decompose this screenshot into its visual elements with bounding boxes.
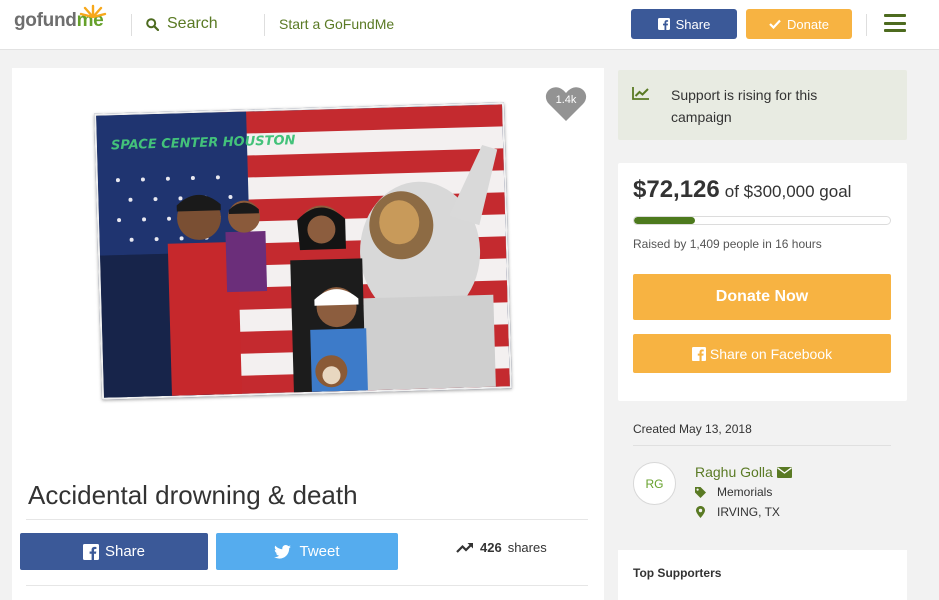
- shares-number: 426: [480, 540, 502, 555]
- organizer-name: Raghu Golla: [695, 464, 773, 480]
- progress-bar-fill: [634, 217, 696, 224]
- category-label: Memorials: [717, 485, 773, 499]
- header-divider: [131, 14, 132, 36]
- search-icon: [146, 17, 159, 31]
- header-share-label: Share: [675, 16, 711, 32]
- goal-amount: of $300,000 goal: [724, 182, 852, 201]
- envelope-icon[interactable]: [776, 466, 792, 478]
- header-share-button[interactable]: Share: [631, 9, 737, 39]
- created-date: Created May 13, 2018: [633, 422, 752, 436]
- facebook-icon: [691, 346, 706, 361]
- location-pin-icon: [696, 506, 705, 518]
- location-label: IRVING, TX: [717, 505, 780, 519]
- organizer-location: IRVING, TX: [695, 505, 780, 519]
- donation-card: $72,126 of $300,000 goal Raised by 1,409…: [618, 163, 907, 401]
- campaign-photo[interactable]: SPACE CENTER HOUSTON: [94, 102, 512, 400]
- heart-count: 1.4k: [555, 94, 577, 106]
- tag-icon: [695, 486, 706, 498]
- check-icon: [769, 19, 781, 29]
- organizer-avatar: RG: [633, 462, 676, 505]
- top-supporters-heading: Top Supporters: [633, 566, 722, 580]
- logo-go: go: [14, 10, 37, 31]
- share-on-facebook-label: Share on Facebook: [709, 345, 833, 362]
- organizer-category: Memorials: [695, 485, 772, 499]
- divider: [26, 585, 588, 586]
- search-button[interactable]: Search: [146, 15, 218, 33]
- raised-amount: $72,126: [633, 176, 720, 203]
- facebook-icon: [657, 18, 670, 30]
- search-label: Search: [167, 15, 218, 32]
- divider: [26, 519, 588, 520]
- support-rising-banner: Support is rising for this campaign: [618, 70, 907, 140]
- tweet-button[interactable]: Tweet: [216, 533, 398, 570]
- facebook-share-button[interactable]: Share: [20, 533, 208, 570]
- twitter-icon: [274, 544, 292, 559]
- facebook-share-label: Share: [104, 543, 146, 560]
- trending-up-icon: [456, 543, 473, 553]
- family-photo-image: SPACE CENTER HOUSTON: [96, 104, 512, 400]
- amount-raised: $72,126 of $300,000 goal: [633, 176, 851, 204]
- share-on-facebook-button[interactable]: Share on Facebook: [633, 334, 891, 373]
- start-gofundme-link[interactable]: Start a GoFundMe: [279, 16, 394, 32]
- header-divider: [264, 14, 265, 36]
- trending-chart-icon: [632, 87, 649, 100]
- organizer-name-link[interactable]: Raghu Golla: [695, 464, 792, 480]
- progress-bar: [633, 216, 891, 225]
- support-rising-text: Support is rising for this campaign: [671, 87, 818, 125]
- top-header: gofundme Search Start a GoFundMe Share D…: [0, 0, 939, 50]
- shares-count: 426 shares: [456, 540, 547, 555]
- tweet-label: Tweet: [299, 543, 340, 560]
- header-divider: [866, 14, 867, 36]
- campaign-photo-area: SPACE CENTER HOUSTON: [12, 68, 604, 463]
- shares-label: shares: [507, 540, 547, 555]
- top-supporters-card: Top Supporters: [618, 550, 907, 600]
- logo-sun-icon: [79, 4, 107, 18]
- divider: [633, 445, 891, 446]
- header-donate-label: Donate: [787, 16, 829, 32]
- organizer-section: Created May 13, 2018 RG Raghu Golla Memo…: [618, 412, 907, 536]
- header-donate-button[interactable]: Donate: [746, 9, 852, 39]
- hamburger-menu-icon[interactable]: [884, 14, 906, 32]
- logo-fund: fund: [36, 10, 77, 31]
- campaign-title: Accidental drowning & death: [28, 480, 358, 510]
- donate-now-button[interactable]: Donate Now: [633, 274, 891, 320]
- facebook-icon: [82, 543, 99, 560]
- raised-by-text: Raised by 1,409 people in 16 hours: [633, 237, 822, 251]
